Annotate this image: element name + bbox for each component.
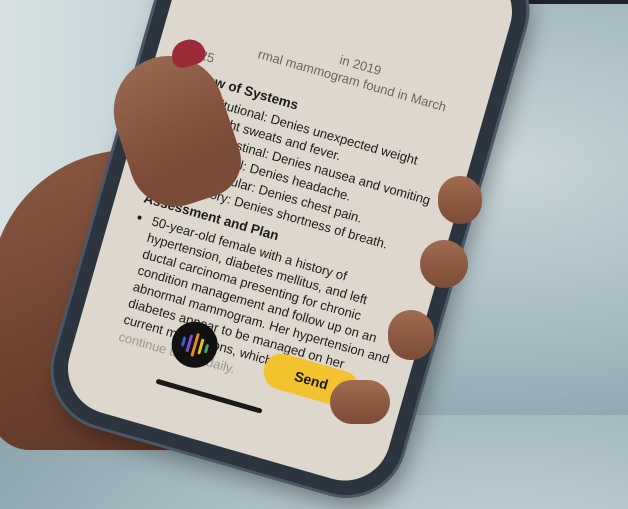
finger-index — [438, 176, 482, 224]
waveform-icon — [178, 329, 211, 360]
finger-ring — [388, 310, 434, 360]
home-indicator — [155, 378, 263, 414]
finger-middle — [420, 240, 468, 288]
finger-pinky — [330, 380, 390, 424]
